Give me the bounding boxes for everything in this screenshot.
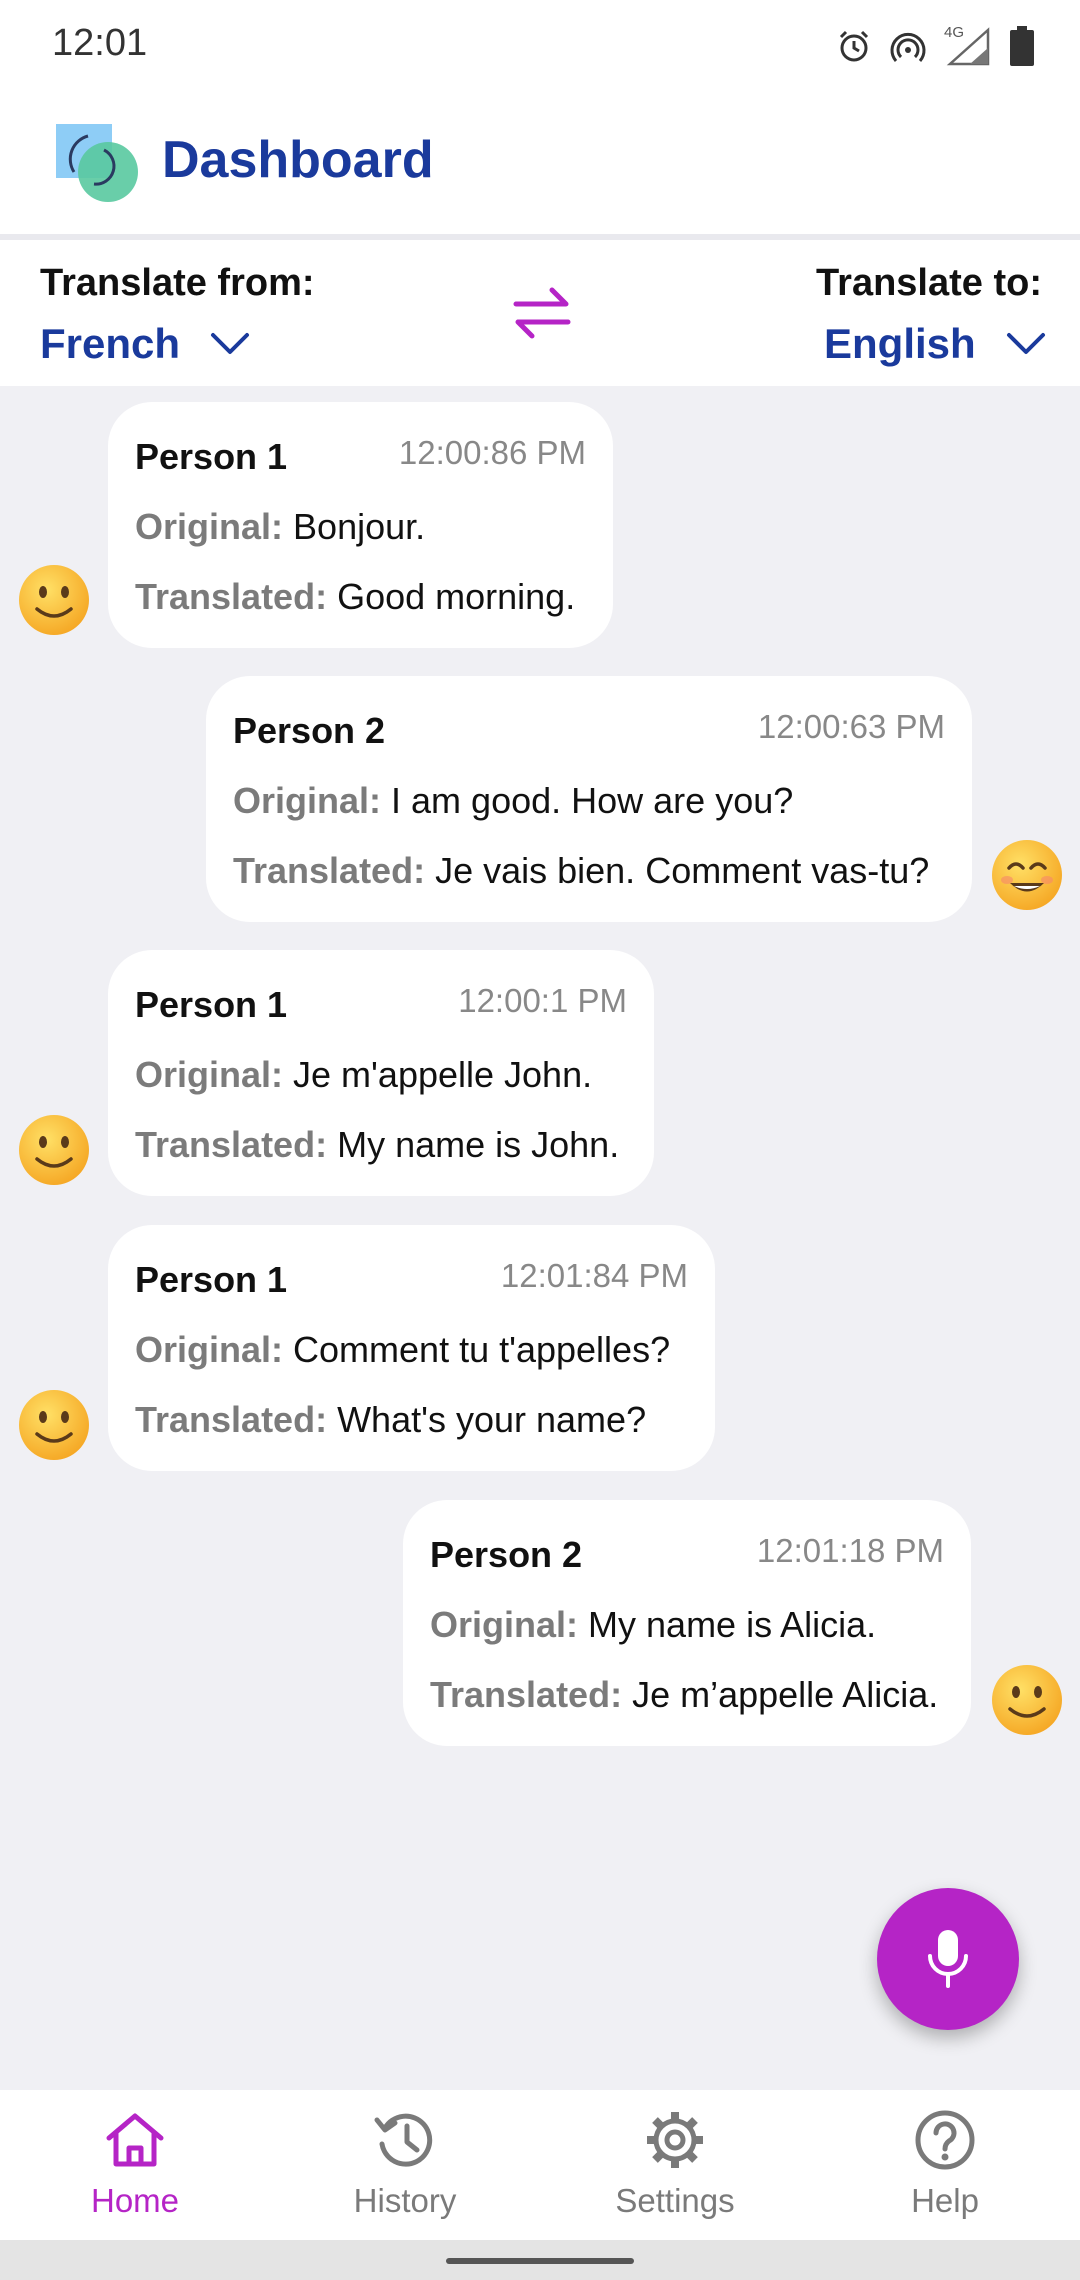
target-language-dropdown[interactable]: English [824,320,1046,368]
original-line: Original: Bonjour. [135,506,425,548]
history-icon [374,2113,433,2167]
translated-text: Je m’appelle Alicia. [632,1674,939,1715]
page-title: Dashboard [162,131,434,189]
slightly-smiling-face-icon [19,1390,89,1460]
original-label: Original: [135,1329,284,1370]
translated-line: Translated: Je vais bien. Comment vas-tu… [233,850,929,892]
translated-text: Je vais bien. Comment vas-tu? [435,850,930,891]
message-bubble: Person 2 12:00:63 PM Original: I am good… [206,676,972,922]
status-time: 12:01 [52,22,148,64]
original-text: I am good. How are you? [391,780,794,821]
message-timestamp: 12:01:84 PM [500,1257,688,1294]
target-language-value: English [824,320,976,367]
gesture-bar [0,2240,1080,2280]
slightly-smiling-face-icon [19,565,89,635]
gear-icon [647,2112,703,2168]
original-text: Je m'appelle John. [293,1054,593,1095]
translated-text: Good morning. [337,576,576,617]
source-language-value: French [40,320,181,367]
chevron-down-icon [1006,333,1045,354]
original-line: Original: I am good. How are you? [233,780,793,822]
original-text: Comment tu t'appelles? [293,1329,671,1370]
message-bubble: Person 1 12:00:1 PM Original: Je m'appel… [108,950,654,1196]
original-label: Original: [135,1054,284,1095]
original-label: Original: [430,1604,579,1645]
translated-label: Translated: [135,576,328,617]
nav-settings-label: Settings [615,2182,735,2219]
home-icon [106,2113,164,2167]
bottom-navigation: Home History Settings Help [0,2090,1080,2240]
hotspot-icon [890,32,926,62]
translated-label: Translated: [135,1399,328,1440]
message-timestamp: 12:00:1 PM [458,982,627,1019]
translated-text: My name is John. [337,1124,620,1165]
slightly-smiling-face-icon [19,1115,89,1185]
message-bubble: Person 1 12:01:84 PM Original: Comment t… [108,1225,715,1471]
speaker-name: Person 1 [135,436,288,477]
nav-history[interactable]: History [270,2090,540,2240]
speaker-name: Person 1 [135,1259,288,1300]
help-icon [915,2110,975,2170]
source-language-dropdown[interactable]: French [40,320,250,368]
app-header: Dashboard [0,92,1080,240]
original-line: Original: Comment tu t'appelles? [135,1329,670,1371]
nav-home[interactable]: Home [0,2090,270,2240]
original-text: My name is Alicia. [588,1604,877,1645]
translated-line: Translated: Good morning. [135,576,575,618]
battery-icon [1010,26,1034,66]
gesture-handle[interactable] [446,2258,634,2264]
message-timestamp: 12:00:63 PM [757,708,945,745]
original-line: Original: Je m'appelle John. [135,1054,592,1096]
signal-group: 4G [944,24,992,66]
original-text: Bonjour. [293,506,426,547]
smiling-face-with-smiling-eyes-icon [992,840,1062,910]
original-label: Original: [135,506,284,547]
original-line: Original: My name is Alicia. [430,1604,876,1646]
signal-icon [946,27,990,66]
translated-text: What's your name? [337,1399,647,1440]
speaker-name: Person 2 [430,1534,583,1575]
record-button[interactable] [877,1888,1019,2030]
status-bar: 12:01 4G [0,0,1080,92]
translated-line: Translated: My name is John. [135,1124,619,1166]
app-logo-icon [56,124,138,202]
nav-history-label: History [353,2182,457,2219]
message-timestamp: 12:00:86 PM [398,434,586,471]
message-bubble: Person 1 12:00:86 PM Original: Bonjour. … [108,402,613,648]
message-bubble: Person 2 12:01:18 PM Original: My name i… [403,1500,971,1746]
speaker-name: Person 2 [233,710,386,751]
microphone-icon [928,1930,968,1988]
translated-label: Translated: [233,850,426,891]
language-bar: Translate from: French Translate to: Eng… [0,240,1080,386]
translate-from-label: Translate from: [40,262,315,304]
translated-line: Translated: Je m’appelle Alicia. [430,1674,938,1716]
speaker-name: Person 1 [135,984,288,1025]
translate-to-label: Translate to: [816,262,1042,304]
nav-help[interactable]: Help [810,2090,1080,2240]
nav-home-label: Home [90,2182,180,2219]
original-label: Original: [233,780,382,821]
swap-arrows-icon[interactable] [512,286,572,340]
status-icons: 4G [836,24,1034,68]
slightly-smiling-face-icon [992,1665,1062,1735]
chevron-down-icon [211,333,250,354]
translated-line: Translated: What's your name? [135,1399,646,1441]
nav-settings[interactable]: Settings [540,2090,810,2240]
alarm-icon [839,30,869,62]
nav-help-label: Help [911,2182,979,2219]
message-timestamp: 12:01:18 PM [756,1532,944,1569]
translated-label: Translated: [135,1124,328,1165]
translated-label: Translated: [430,1674,623,1715]
